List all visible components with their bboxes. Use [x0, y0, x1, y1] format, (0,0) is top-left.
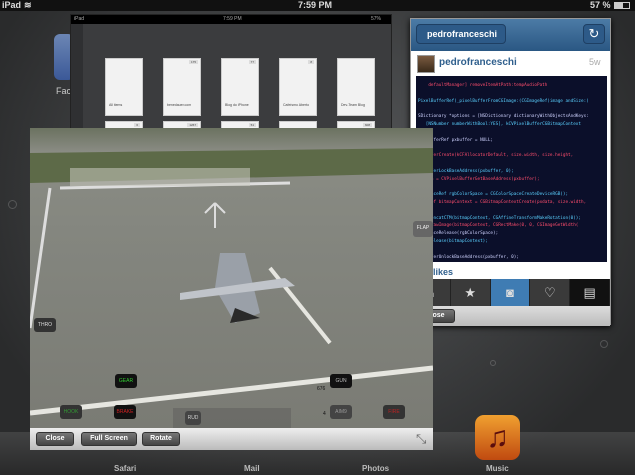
feed-title: Blog do iPhone — [225, 103, 249, 107]
unread-count: 1267 — [187, 123, 198, 127]
rudder-slider[interactable]: RUD — [173, 408, 291, 428]
camera-icon: ◙ — [506, 285, 514, 300]
gun-button[interactable]: GUN — [330, 374, 352, 388]
feed-title: Cafeísmo Aberto — [283, 103, 310, 107]
code-line: elBufferUnlockBaseAddress(pxbuffer, 0); — [418, 254, 519, 260]
status-bar: iPad ≋ 7:59 PM 57 % — [0, 0, 635, 11]
code-line: xelBufferRef pxbuffer = NULL; — [418, 137, 494, 143]
code-line: elBufferLockBaseAddress(pxbuffer, 0); — [418, 168, 514, 174]
device-name: iPad — [2, 0, 22, 10]
dock-label-safari[interactable]: Safari — [114, 464, 136, 473]
rudder-handle[interactable]: RUD — [185, 411, 201, 425]
app-label: Fac — [56, 86, 72, 96]
tab-news[interactable]: ♡ — [530, 279, 571, 306]
missile-count: 4 — [323, 411, 326, 417]
feed-card[interactable]: 8 Cafeísmo Aberto — [279, 58, 317, 116]
wifi-icon: ≋ — [24, 0, 32, 10]
tab-camera[interactable]: ◙ — [490, 279, 531, 306]
likes-label[interactable]: likes — [433, 267, 453, 277]
feed-card[interactable]: 175 benedauer.com — [163, 58, 201, 116]
rotate-button[interactable]: Rotate — [142, 432, 180, 446]
code-line: textRelease(bitmapContext); — [418, 238, 488, 244]
ammo-count: 676 — [317, 386, 326, 392]
instagram-header: pedrofranceschi ↻ — [411, 19, 610, 51]
full-screen-button[interactable]: Full Screen — [81, 432, 137, 446]
throttle-control[interactable]: THRO — [34, 318, 56, 332]
feed-title: benedauer.com — [167, 103, 192, 107]
code-line: defaultManager] removeItemAtPath:tempAud… — [418, 83, 548, 88]
reeder-sidebar — [71, 24, 83, 145]
unread-count: 608 — [362, 123, 372, 127]
inner-device: iPad — [74, 16, 85, 22]
game-view[interactable]: FLAP THRO GEAR GUN 676 HOOK BRAKE RUD 4 … — [30, 128, 433, 428]
code-line: lorSpaceRef rgbColorSpace = CGColorSpace… — [418, 192, 569, 198]
instagram-app-window[interactable]: pedrofranceschi ↻ pedrofranceschi 5w def… — [410, 18, 611, 326]
close-button[interactable]: Close — [36, 432, 74, 446]
music-app-icon[interactable]: ♫ — [475, 415, 520, 460]
username[interactable]: pedrofranceschi — [439, 57, 517, 68]
feed-title: All items — [109, 103, 123, 107]
unread-count: 6 — [134, 123, 140, 127]
code-line: textDrawImage(bitmapContext, CGRectMake(… — [418, 223, 579, 229]
star-icon: ★ — [464, 285, 477, 300]
inner-status-bar: iPad 7:59 PM 57% — [71, 15, 391, 24]
battery-percent: 57 % — [590, 0, 611, 10]
code-line: textRef bitmapContext = CGBitmapContextC… — [418, 199, 587, 205]
battery-icon — [614, 2, 630, 9]
runway-scene — [30, 148, 433, 416]
feed-card[interactable]: 77 Blog do iPhone — [221, 58, 259, 116]
gear-button[interactable]: GEAR — [115, 374, 137, 388]
resize-icon[interactable]: ⤡ — [416, 431, 426, 447]
unread-count: 175 — [188, 60, 198, 64]
brake-button[interactable]: BRAKE — [114, 405, 136, 419]
jet-aircraft — [180, 253, 295, 323]
back-button[interactable]: pedrofranceschi — [416, 24, 507, 44]
tab-profile[interactable]: ▤ — [570, 279, 610, 306]
dock-label-photos[interactable]: Photos — [362, 464, 389, 473]
reeder-app-window[interactable]: iPad 7:59 PM 57% All items 175 benedauer.… — [70, 14, 392, 179]
dock-label-mail[interactable]: Mail — [244, 464, 260, 473]
code-line: pxdata = CVPixelBufferGetBaseAddress(pxb… — [418, 176, 540, 182]
unread-count: 51 — [248, 123, 256, 127]
dock-label-music[interactable]: Music — [486, 464, 509, 473]
code-line: elBufferCreate(kCFAllocatorDefault, size… — [418, 153, 574, 159]
unread-count: 77 — [248, 60, 256, 64]
window-toolbar: Close — [411, 306, 610, 326]
tab-popular[interactable]: ★ — [451, 279, 491, 306]
code-line: [NSNumber numberWithBool:YES], kCVPixelB… — [418, 121, 581, 127]
inner-battery: 57% — [371, 16, 382, 22]
flight-game-window[interactable]: FLAP THRO GEAR GUN 676 HOOK BRAKE RUD 4 … — [30, 128, 433, 450]
fire-button[interactable]: FIRE — [383, 405, 405, 419]
code-line: PixelBufferRef)_pixelBufferFromCGImage:(… — [418, 98, 589, 104]
unread-count: 8 — [308, 60, 314, 64]
feed-card[interactable]: All items — [105, 58, 143, 116]
code-line: textConcatCTM(bitmapContext, CGAffineTra… — [418, 215, 581, 221]
window-toolbar: Close Full Screen Rotate ⤡ — [30, 428, 433, 450]
refresh-button[interactable]: ↻ — [583, 24, 605, 44]
aim9-button[interactable]: AIM9 — [330, 405, 352, 419]
tab-bar: ⌂ ★ ◙ ♡ ▤ — [411, 279, 610, 306]
heart-bubble-icon: ♡ — [543, 285, 556, 300]
code-line: lorSpaceRelease(rgbColorSpace); — [418, 231, 499, 237]
code-line: SDictionary *options = [NSDictionary dic… — [418, 114, 589, 120]
inner-clock: 7:59 PM — [223, 16, 242, 22]
post-photo[interactable]: defaultManager] removeItemAtPath:tempAud… — [416, 76, 607, 262]
hook-button[interactable]: HOOK — [60, 405, 82, 419]
feed-card[interactable]: Dev-Team Blog — [337, 58, 375, 116]
clock: 7:59 PM — [298, 0, 333, 10]
avatar[interactable] — [417, 55, 435, 73]
feed-title: Dev-Team Blog — [341, 103, 365, 107]
flap-control[interactable]: FLAP — [413, 221, 433, 237]
post-time: 5w — [589, 57, 601, 67]
news-icon: ▤ — [583, 285, 596, 300]
